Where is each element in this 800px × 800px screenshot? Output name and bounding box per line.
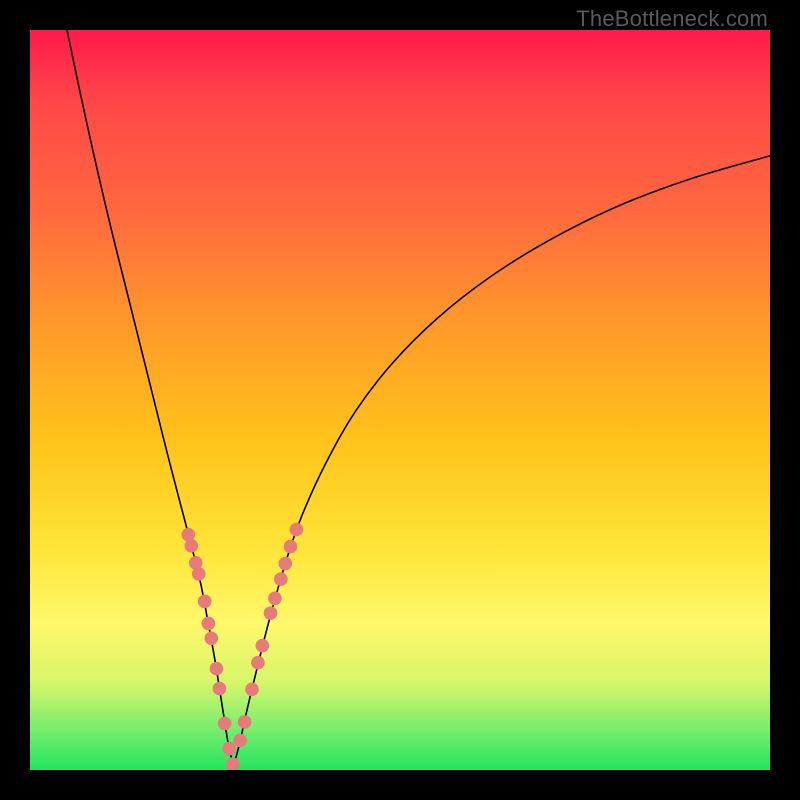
data-marker bbox=[192, 567, 206, 581]
data-marker bbox=[218, 717, 232, 731]
data-marker bbox=[290, 523, 304, 537]
data-marker bbox=[279, 557, 293, 571]
chart-svg bbox=[30, 30, 770, 770]
data-marker bbox=[245, 683, 259, 697]
data-marker bbox=[198, 594, 212, 608]
plot-area bbox=[30, 30, 770, 770]
data-marker bbox=[213, 682, 227, 696]
data-marker bbox=[251, 656, 265, 670]
data-marker bbox=[274, 572, 288, 586]
data-marker bbox=[202, 617, 216, 631]
data-marker bbox=[226, 757, 240, 770]
data-marker bbox=[256, 639, 270, 653]
curve-right-branch bbox=[234, 156, 771, 767]
data-marker bbox=[268, 592, 282, 606]
data-marker bbox=[284, 540, 298, 554]
data-marker bbox=[264, 606, 278, 620]
watermark-text: TheBottleneck.com bbox=[576, 6, 768, 32]
data-marker bbox=[233, 734, 247, 748]
data-marker bbox=[222, 742, 236, 756]
data-marker bbox=[238, 715, 252, 729]
data-marker bbox=[185, 539, 199, 553]
data-marker bbox=[205, 631, 219, 645]
chart-frame: TheBottleneck.com bbox=[0, 0, 800, 800]
data-marker bbox=[210, 662, 224, 676]
curve-left-branch bbox=[67, 30, 234, 766]
